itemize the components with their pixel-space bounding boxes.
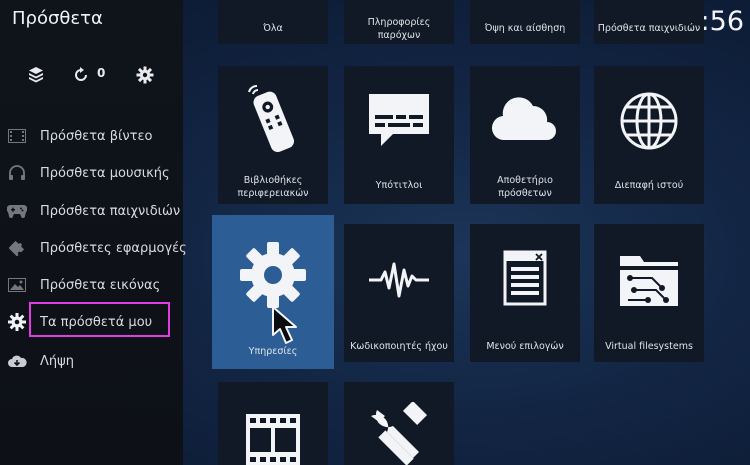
globe-icon — [594, 90, 704, 152]
selection-highlight — [29, 302, 170, 337]
sidebar-item-label: Λήψη — [40, 353, 74, 369]
tile-virtual-filesystems[interactable]: Virtual filesystems — [594, 224, 704, 362]
refresh-icon[interactable] — [72, 66, 90, 84]
sidebar-item-music-addons[interactable]: Πρόσθετα μουσικής — [0, 158, 183, 188]
tile-label: Πληροφορίες παρόχων — [367, 17, 431, 41]
puzzle-icon — [7, 239, 27, 257]
sidebar-item-label: Πρόσθετα βίντεο — [40, 128, 153, 144]
sidebar-item-label: Πρόσθετα παιχνιδιών — [40, 203, 181, 219]
tile-label: Όψη και αίσθηση — [484, 23, 566, 34]
sidebar-item-game-addons[interactable]: Πρόσθετα παιχνιδιών — [0, 196, 183, 226]
tile-label: Όλα — [263, 23, 283, 34]
tile-label: Βιβλιοθήκες περιφερειακών — [237, 175, 309, 199]
tile-label: Μενού επιλογών — [486, 341, 564, 352]
sidebar-item-video-addons[interactable]: Πρόσθετα βίντεο — [0, 121, 183, 151]
cloud-icon — [470, 96, 580, 142]
tile-all[interactable]: Όλα — [218, 0, 328, 44]
tile-label: Κωδικοποιητές ήχου — [350, 341, 448, 352]
tile-program-tools[interactable] — [344, 382, 454, 465]
tile-label: Πρόσθετα παιχνιδιών — [597, 23, 701, 34]
updates-count: 0 — [97, 66, 106, 80]
page-title: Πρόσθετα — [12, 8, 103, 29]
sidebar-item-label: Πρόσθετες εφαρμογές — [40, 240, 187, 256]
film-strip-icon — [218, 412, 328, 465]
addon-browser-icon[interactable] — [27, 66, 45, 84]
tools-icon — [344, 402, 454, 465]
tile-subtitles[interactable]: Υπότιτλοι — [344, 66, 454, 204]
film-icon — [7, 127, 27, 145]
gear-icon — [212, 239, 334, 311]
subtitles-icon — [344, 92, 454, 150]
tile-audio-encoders[interactable]: Κωδικοποιητές ήχου — [344, 224, 454, 362]
mouse-pointer-icon — [271, 305, 303, 347]
tile-information-providers[interactable]: Πληροφορίες παρόχων — [344, 0, 454, 44]
sidebar-item-picture-addons[interactable]: Πρόσθετα εικόνας — [0, 270, 183, 300]
tile-look-and-feel[interactable]: Όψη και αίσθηση — [470, 0, 580, 44]
tile-peripheral-libraries[interactable]: Βιβλιοθήκες περιφερειακών — [218, 66, 328, 204]
gamepad-icon — [7, 202, 27, 220]
sidebar-item-label: Πρόσθετα εικόνας — [40, 277, 161, 293]
sidebar-item-label: Πρόσθετα μουσικής — [40, 165, 170, 181]
tile-context-menus[interactable]: Μενού επιλογών — [470, 224, 580, 362]
tile-label: Υπότιτλοι — [375, 180, 423, 191]
puzzle-gear-icon — [7, 313, 27, 331]
remote-control-icon — [218, 84, 328, 156]
waveform-icon — [344, 260, 454, 300]
sidebar: Πρόσθετα 0 Πρόσθετα βίντεο Πρόσθετα μουσ… — [0, 0, 187, 465]
tile-label: Αποθετήριο πρόσθετων — [497, 175, 553, 199]
tile-addon-repository[interactable]: Αποθετήριο πρόσθετων — [470, 66, 580, 204]
tile-label: Διεπαφή ιστού — [614, 180, 684, 191]
folder-circuit-icon — [594, 250, 704, 310]
tile-video-addons[interactable] — [218, 382, 328, 465]
tile-label: Virtual filesystems — [605, 341, 693, 352]
tile-game-addons[interactable]: Πρόσθετα παιχνιδιών — [594, 0, 704, 44]
headphones-icon — [7, 164, 27, 182]
gear-icon[interactable] — [136, 66, 154, 84]
sidebar-item-download[interactable]: Λήψη — [0, 346, 183, 376]
cloud-download-icon — [7, 352, 27, 370]
tile-web-interface[interactable]: Διεπαφή ιστού — [594, 66, 704, 204]
context-menu-icon — [470, 250, 580, 306]
kodi-addons-window: Πρόσθετα 0 Πρόσθετα βίντεο Πρόσθετα μουσ… — [0, 0, 750, 465]
picture-icon — [7, 276, 27, 294]
sidebar-item-program-addons[interactable]: Πρόσθετες εφαρμογές — [0, 233, 187, 263]
